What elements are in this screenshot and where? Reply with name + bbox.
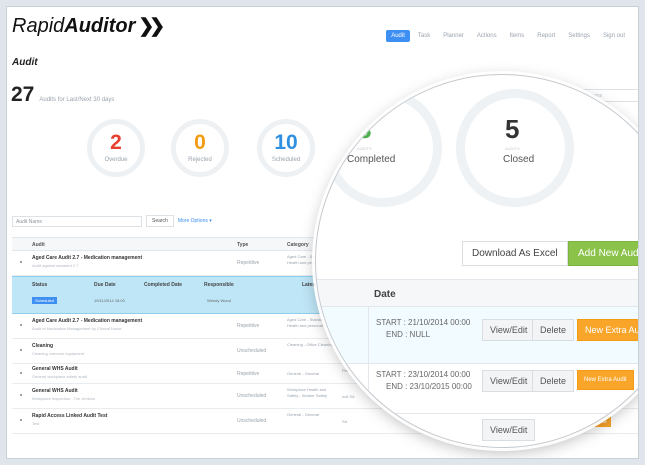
nav-item-items[interactable]: Items [505,30,530,42]
nav-item-audit[interactable]: Audit [386,30,410,42]
sub-header-responsible: Responsible [204,282,234,288]
sub-header-status: Status [32,282,48,288]
more-options-link[interactable]: More Options ▾ [178,218,212,224]
magnifier-content: 8 AUDITS Completed 5 AUDITS Closed Downl… [316,75,638,447]
download-excel-button[interactable]: Download As Excel [462,241,568,266]
delete-button[interactable]: Delete [532,319,575,341]
nav-item-planner[interactable]: Planner [438,30,469,42]
row2-location: SA [324,380,333,386]
row-subtitle: Cleaning common equipment [32,351,85,356]
stat-completed-label: Completed [347,154,396,165]
stat-completed[interactable]: 8 AUDITS Completed [324,89,442,207]
row-name: Cleaning [32,343,54,349]
row2-end: END : 23/10/2015 00:00 [386,382,472,391]
row-type: Repetitive [237,260,260,266]
app-frame: RapidAuditor ❯❯ Audit Task Planner Action… [6,6,639,459]
header-category[interactable]: Category [287,242,309,248]
stat-scheduled[interactable]: 10 Scheduled [257,119,315,177]
stat-closed-small: AUDITS [505,146,520,151]
top-bar: RapidAuditor ❯❯ Audit Task Planner Action… [7,7,638,47]
stat-rejected[interactable]: 0 Rejected [171,119,229,177]
nav-item-sign-out[interactable]: Sign out [598,30,630,42]
delete-button[interactable]: Delete [532,370,575,392]
stat-completed-small: AUDITS [357,146,372,151]
row-subtitle: Audit against standard 2.7 [32,263,79,268]
stat-scheduled-value: 10 [274,131,298,154]
row-subtitle: Workplace Inspection - Tim Jenkins [32,396,95,401]
nav-item-actions[interactable]: Actions [472,30,502,42]
new-extra-audit-button[interactable]: New Extra Audit [577,319,638,341]
row-divider [316,413,638,414]
sub-header-due: Due Date [94,282,116,288]
row3-location: Perth CBD / [324,422,357,428]
sub-header-latest: Latest [302,282,317,288]
sub-header-completed: Completed Date [144,282,183,288]
magnifier-lens: 8 AUDITS Completed 5 AUDITS Closed Downl… [315,74,638,448]
app-logo[interactable]: RapidAuditor ❯❯ [12,15,165,38]
stat-rejected-label: Rejected [188,157,212,163]
row1-start: START : 21/10/2014 00:00 [376,318,471,327]
nav-item-report[interactable]: Report [532,30,560,42]
row-name: General WHS Audit [32,388,78,394]
header-type[interactable]: Type [237,242,248,248]
row-name: General WHS Audit [32,366,78,372]
audit-count-number: 27 [11,83,35,106]
row-name: Aged Care Audit 2.7 - Medication managem… [32,318,143,324]
audit-count-text: Audits for Last/Next 30 days [39,97,115,103]
sub-responsible: Wendy Wood [207,298,231,303]
row-type: Unscheduled [237,418,267,424]
row-divider [316,363,638,364]
sub-due-date: 19/11/2014 15:00 [94,298,125,303]
row-type: Unscheduled [237,348,267,354]
expand-icon[interactable] [20,349,22,351]
date-header-label[interactable]: Date [374,289,396,300]
expand-icon[interactable] [20,324,22,326]
row-subtitle: Test [32,421,40,426]
nav-item-settings[interactable]: Settings [563,30,595,42]
add-audit-task-button[interactable]: Add New Audit Task [568,241,638,266]
stat-scheduled-label: Scheduled [271,157,301,163]
expand-icon[interactable] [20,261,22,263]
column-divider [368,307,369,447]
row-subtitle: General workplace safety audit [32,374,87,379]
expand-icon[interactable] [20,372,22,374]
row-type: Repetitive [237,323,260,329]
row1-end: END : NULL [386,330,431,339]
stat-overdue-value: 2 [110,131,122,154]
stat-overdue-label: Overdue [104,157,128,163]
stat-overdue[interactable]: 2 Overdue [87,119,145,177]
row-subtitle: Audit of Medication Management by Clinic… [32,326,122,331]
header-audit[interactable]: Audit [32,242,45,248]
row-type: Repetitive [237,371,260,377]
row2-start: START : 23/10/2014 00:00 [376,370,471,379]
row-type: Unscheduled [237,393,267,399]
expand-icon[interactable] [20,419,22,421]
logo-chevron-icon: ❯❯ [138,16,165,37]
view-edit-button[interactable]: View/Edit [482,370,536,392]
status-badge: Scheduled [32,297,57,304]
new-extra-audit-button[interactable]: New Extra Audit [577,370,634,390]
stat-closed-value: 5 [505,114,520,144]
main-nav: Audit Task Planner Actions Items Report … [386,30,630,42]
logo-text: Rapid [12,15,65,37]
logo-text-bold: Auditor [64,15,136,37]
filter-bar: Audit Name Search More Options ▾ [12,215,212,227]
view-edit-button[interactable]: View/Edit [482,319,536,341]
nav-item-task[interactable]: Task [413,30,435,42]
date-column-header: Date [316,279,638,307]
row-name: Rapid Access Linked Audit Test [32,413,108,419]
view-edit-button[interactable]: View/Edit [482,419,536,441]
audit-name-input[interactable]: Audit Name [12,215,142,227]
search-button[interactable]: Search [146,215,174,227]
stat-rejected-value: 0 [194,131,206,154]
expand-icon[interactable] [20,394,22,396]
row-name: Aged Care Audit 2.7 - Medication managem… [32,255,143,261]
stat-completed-value: 8 [357,114,372,144]
stat-closed[interactable]: 5 AUDITS Closed [456,89,574,207]
page-title: Audit [12,57,38,68]
stat-closed-label: Closed [503,154,535,165]
audit-count: 27 Audits for Last/Next 30 days [11,83,114,107]
